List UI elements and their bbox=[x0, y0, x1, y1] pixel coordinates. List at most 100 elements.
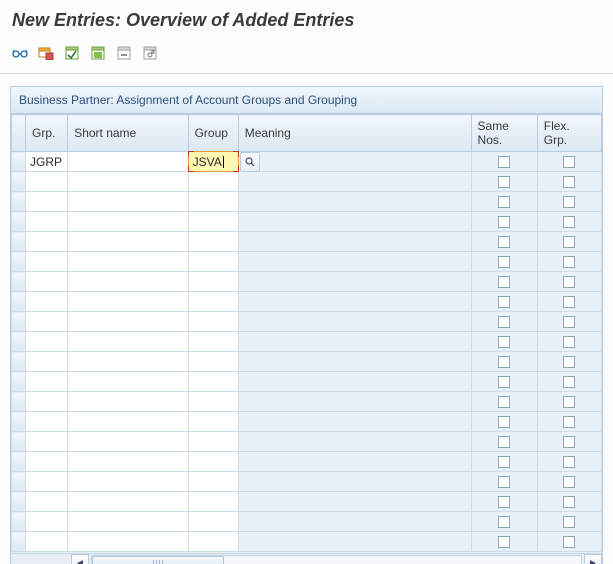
checkbox[interactable] bbox=[563, 516, 575, 528]
row-selector-header[interactable] bbox=[12, 115, 26, 152]
cell-short-name[interactable] bbox=[68, 392, 188, 412]
col-flex-grp[interactable]: Flex. Grp. bbox=[537, 115, 601, 152]
checkbox[interactable] bbox=[563, 476, 575, 488]
checkbox[interactable] bbox=[563, 216, 575, 228]
cell-flex-grp[interactable] bbox=[537, 152, 601, 172]
row-selector[interactable] bbox=[12, 492, 26, 512]
checkbox[interactable] bbox=[498, 276, 510, 288]
cell-same-nos[interactable] bbox=[471, 172, 537, 192]
row-selector[interactable] bbox=[12, 372, 26, 392]
row-selector[interactable] bbox=[12, 192, 26, 212]
checkbox[interactable] bbox=[498, 156, 510, 168]
cell-short-name[interactable] bbox=[68, 232, 188, 252]
col-same-nos[interactable]: Same Nos. bbox=[471, 115, 537, 152]
cell-group[interactable] bbox=[188, 232, 238, 252]
cell-same-nos[interactable] bbox=[471, 272, 537, 292]
cell-same-nos[interactable] bbox=[471, 332, 537, 352]
cell-flex-grp[interactable] bbox=[537, 272, 601, 292]
cell-group[interactable] bbox=[188, 412, 238, 432]
cell-flex-grp[interactable] bbox=[537, 332, 601, 352]
cell-short-name[interactable] bbox=[68, 432, 188, 452]
cell-flex-grp[interactable] bbox=[537, 312, 601, 332]
cell-grp[interactable] bbox=[26, 332, 68, 352]
cell-short-name[interactable] bbox=[68, 172, 188, 192]
cell-flex-grp[interactable] bbox=[537, 292, 601, 312]
row-selector[interactable] bbox=[12, 292, 26, 312]
row-selector[interactable] bbox=[12, 172, 26, 192]
cell-short-name[interactable] bbox=[68, 472, 188, 492]
cell-same-nos[interactable] bbox=[471, 152, 537, 172]
cell-short-name[interactable] bbox=[68, 452, 188, 472]
cell-grp[interactable] bbox=[26, 472, 68, 492]
checkbox[interactable] bbox=[563, 536, 575, 548]
checkbox[interactable] bbox=[498, 176, 510, 188]
cell-group[interactable] bbox=[188, 372, 238, 392]
glasses-icon[interactable] bbox=[10, 43, 30, 63]
checkbox[interactable] bbox=[498, 256, 510, 268]
checkbox[interactable] bbox=[563, 296, 575, 308]
col-short-name[interactable]: Short name bbox=[68, 115, 188, 152]
cell-grp[interactable] bbox=[26, 192, 68, 212]
cell-flex-grp[interactable] bbox=[537, 172, 601, 192]
cell-short-name[interactable] bbox=[68, 492, 188, 512]
row-selector[interactable] bbox=[12, 152, 26, 172]
checkbox[interactable] bbox=[498, 416, 510, 428]
cell-short-name[interactable] bbox=[68, 352, 188, 372]
checkbox[interactable] bbox=[498, 376, 510, 388]
cell-group[interactable] bbox=[188, 192, 238, 212]
cell-same-nos[interactable] bbox=[471, 432, 537, 452]
checkbox[interactable] bbox=[563, 436, 575, 448]
cell-group[interactable] bbox=[188, 172, 238, 192]
checkbox[interactable] bbox=[498, 336, 510, 348]
cell-short-name[interactable] bbox=[68, 152, 188, 172]
checkbox[interactable] bbox=[498, 236, 510, 248]
checkbox[interactable] bbox=[498, 496, 510, 508]
cell-same-nos[interactable] bbox=[471, 412, 537, 432]
checkbox[interactable] bbox=[563, 256, 575, 268]
checkbox[interactable] bbox=[498, 316, 510, 328]
delimit-icon[interactable] bbox=[36, 43, 56, 63]
cell-flex-grp[interactable] bbox=[537, 232, 601, 252]
cell-group[interactable] bbox=[188, 312, 238, 332]
cell-flex-grp[interactable] bbox=[537, 452, 601, 472]
deselect-all-icon[interactable] bbox=[114, 43, 134, 63]
cell-flex-grp[interactable] bbox=[537, 512, 601, 532]
cell-short-name[interactable] bbox=[68, 252, 188, 272]
col-meaning[interactable]: Meaning bbox=[238, 115, 471, 152]
cell-group[interactable] bbox=[188, 272, 238, 292]
row-selector[interactable] bbox=[12, 392, 26, 412]
checkbox[interactable] bbox=[563, 416, 575, 428]
checkbox[interactable] bbox=[498, 356, 510, 368]
checkbox[interactable] bbox=[498, 536, 510, 548]
cell-flex-grp[interactable] bbox=[537, 492, 601, 512]
cell-group[interactable] bbox=[188, 512, 238, 532]
cell-same-nos[interactable] bbox=[471, 292, 537, 312]
cell-short-name[interactable] bbox=[68, 312, 188, 332]
cell-short-name[interactable] bbox=[68, 412, 188, 432]
row-selector[interactable] bbox=[12, 332, 26, 352]
cell-grp[interactable]: JGRP bbox=[26, 152, 68, 172]
checkbox[interactable] bbox=[563, 396, 575, 408]
cell-group[interactable] bbox=[188, 292, 238, 312]
cell-group[interactable] bbox=[188, 352, 238, 372]
select-all-icon[interactable] bbox=[62, 43, 82, 63]
cell-grp[interactable] bbox=[26, 412, 68, 432]
cell-same-nos[interactable] bbox=[471, 492, 537, 512]
scroll-right-icon[interactable]: ► bbox=[584, 554, 602, 564]
checkbox[interactable] bbox=[498, 296, 510, 308]
cell-short-name[interactable] bbox=[68, 512, 188, 532]
row-selector[interactable] bbox=[12, 452, 26, 472]
cell-short-name[interactable] bbox=[68, 372, 188, 392]
row-selector[interactable] bbox=[12, 412, 26, 432]
cell-flex-grp[interactable] bbox=[537, 372, 601, 392]
cell-flex-grp[interactable] bbox=[537, 252, 601, 272]
cell-short-name[interactable] bbox=[68, 332, 188, 352]
select-block-icon[interactable] bbox=[88, 43, 108, 63]
cell-same-nos[interactable] bbox=[471, 472, 537, 492]
row-selector[interactable] bbox=[12, 252, 26, 272]
cell-same-nos[interactable] bbox=[471, 252, 537, 272]
cell-flex-grp[interactable] bbox=[537, 412, 601, 432]
cell-same-nos[interactable] bbox=[471, 352, 537, 372]
cell-group[interactable] bbox=[188, 252, 238, 272]
cell-grp[interactable] bbox=[26, 392, 68, 412]
